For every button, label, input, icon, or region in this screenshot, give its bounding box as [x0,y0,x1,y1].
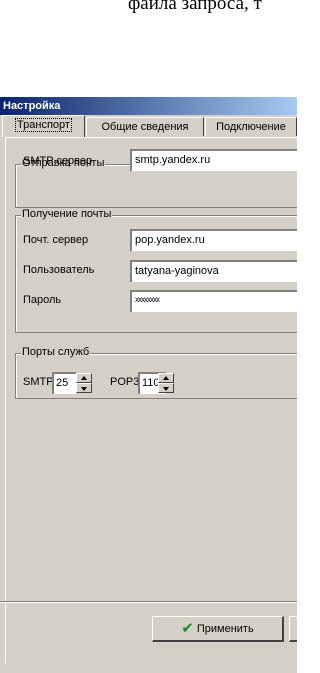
arrow-down-icon [163,387,169,391]
pop3-port-up-button[interactable] [158,373,174,383]
window-title: Настройка [0,97,297,115]
apply-button[interactable]: ✔ Применить [152,616,284,642]
smtp-port-spinner[interactable] [76,373,92,393]
tab-transport[interactable]: Транспорт [2,115,85,137]
mail-server-label: Почт. сервер [23,234,89,246]
user-input[interactable]: tatyana-yaginova [130,260,297,282]
checkmark-icon: ✔ [181,620,194,637]
smtp-server-label: SMTP сервер [23,155,93,167]
tab-connection[interactable]: Подключение [205,117,297,136]
pop3-port-down-button[interactable] [158,383,174,393]
smtp-port-up-button[interactable] [76,373,92,383]
group-service-ports-caption: Порты служб [21,346,91,358]
password-label: Пароль [23,294,62,306]
group-receive-mail-caption: Получение почты [21,208,113,220]
password-input[interactable]: xxxxxxxx [130,290,297,312]
pop3-port-spinner[interactable] [158,373,174,393]
tab-strip: Транспорт Общие сведения Подключение [0,115,297,139]
tab-transport-label: Транспорт [15,118,72,132]
smtp-server-input[interactable]: smtp.yandex.ru [130,149,297,171]
bottom-divider [0,601,297,603]
settings-window: Настройка Транспорт Общие сведения Подкл… [0,97,297,673]
arrow-down-icon [81,387,87,391]
smtp-port-down-button[interactable] [76,383,92,393]
background-document-text: файла запроса, т [128,0,262,14]
user-label: Пользователь [23,264,95,276]
mail-server-input[interactable]: pop.yandex.ru [130,229,297,251]
next-button-partial[interactable] [289,616,297,642]
smtp-port-input[interactable]: 25 [52,372,76,394]
apply-button-label: Применить [196,623,254,635]
tab-general-info[interactable]: Общие сведения [86,117,204,136]
arrow-up-icon [163,376,169,380]
arrow-up-icon [81,376,87,380]
